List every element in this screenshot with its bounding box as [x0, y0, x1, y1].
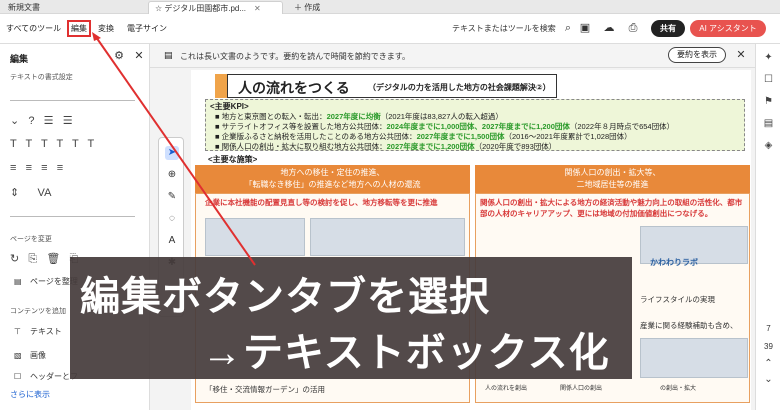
- comment-icon[interactable]: ☐: [762, 74, 775, 87]
- right-snippet-2: の創出・拡大: [660, 386, 697, 392]
- organize-pages-item[interactable]: ▤ ページを整理: [14, 276, 78, 287]
- spacing-row[interactable]: ⇕ VA: [10, 186, 51, 199]
- overlay-line-1: 編集ボタンタブを選択: [80, 275, 490, 319]
- doc-title: 人の流れをつくる: [238, 80, 350, 96]
- policy-heading: <主要な施策>: [208, 155, 258, 164]
- lower-left-text[interactable]: 「移住・交流情報ガーデン」の活用: [205, 384, 465, 395]
- share-button[interactable]: 共有: [651, 20, 685, 37]
- lasso-icon[interactable]: ◌: [165, 212, 179, 226]
- summary-banner: ▤ これは長い文書のようです。要約を読んで時間を節約できます。 要約を表示 ✕: [150, 44, 755, 68]
- text-format-label: テキストの書式設定: [10, 74, 73, 81]
- add-content-label: コンテンツを追加: [10, 308, 66, 315]
- add-text-item[interactable]: ⊤ テキスト: [14, 326, 62, 337]
- layers-icon[interactable]: ◈: [762, 140, 775, 153]
- right-snippet-5: 関係人口の創出: [560, 386, 603, 392]
- alignment-row[interactable]: ≡ ≡ ≡ ≡: [10, 162, 63, 174]
- doc-subtitle: （デジタルの力を活用した地方の社会課題解決②）: [368, 83, 551, 92]
- document-icon: ▤: [164, 50, 173, 60]
- right-column-header[interactable]: 関係人口の創出・拡大等、 二地域居住等の推進: [475, 165, 750, 193]
- japan-map-image[interactable]: [310, 218, 465, 256]
- pages-icon[interactable]: ▤: [762, 118, 775, 131]
- overlay-line-2: →テキストボックス化: [202, 331, 610, 375]
- banner-text: これは長い文書のようです。要約を読んで時間を節約できます。: [180, 52, 410, 61]
- scroll-up-icon[interactable]: ⌃: [762, 358, 775, 371]
- select-cursor-icon[interactable]: ➤: [165, 146, 179, 160]
- ai-assistant-button[interactable]: AI アシスタント: [690, 20, 766, 37]
- doc-title-box[interactable]: 人の流れをつくる （デジタルの力を活用した地方の社会課題解決②）: [227, 74, 557, 98]
- show-summary-button[interactable]: 要約を表示: [668, 47, 726, 63]
- right-snippet-3: 産業に関る経験補助も含め、: [640, 321, 738, 330]
- tab-active-document[interactable]: ☆ デジタル田園都市.pd... ✕: [148, 1, 283, 14]
- divider: [10, 216, 135, 217]
- search-icon[interactable]: ⌕: [561, 21, 575, 35]
- search-field[interactable]: テキストまたはツールを検索: [452, 23, 556, 34]
- text-icon: ⊤: [14, 327, 21, 336]
- diagram-image[interactable]: [205, 218, 305, 256]
- kpi-item[interactable]: ■ 関係人口の創出・拡大に取り組む地方公共団体：2027年度までに1,200団体…: [215, 141, 556, 152]
- text-style-row[interactable]: T T T T T T: [10, 138, 94, 150]
- tab-create[interactable]: ＋ 作成: [288, 1, 326, 14]
- pen-icon[interactable]: ✎: [165, 190, 179, 204]
- print-icon[interactable]: ⎙: [626, 21, 640, 35]
- menu-edit[interactable]: 編集: [67, 20, 91, 37]
- font-size-row[interactable]: ⌄ ? ☰ ☰: [10, 114, 73, 127]
- building-image[interactable]: [640, 338, 748, 378]
- bottom-caption: 人の流れを創出: [485, 386, 528, 392]
- page-current[interactable]: 7: [760, 324, 777, 333]
- main-toolbar: すべてのツール 編集 変換 電子サイン テキストまたはツールを検索 ⌕ ▣ ☁ …: [0, 14, 780, 44]
- zoom-icon[interactable]: ⊕: [165, 168, 179, 182]
- save-icon[interactable]: ▣: [578, 21, 592, 35]
- right-snippet-4: かわわりラボ: [650, 258, 698, 267]
- close-icon[interactable]: ✕: [734, 48, 748, 62]
- page-tools-row[interactable]: ↻ ⎘ 🗑 ⎗: [10, 252, 78, 266]
- close-icon[interactable]: ✕: [132, 49, 146, 63]
- left-lead-text[interactable]: 企業に本社機能の配置見直し等の検討を促し、地方移転等を更に推進: [205, 197, 465, 208]
- right-snippet-1: ライフスタイルの実現: [640, 295, 715, 304]
- tab-new-document[interactable]: 新規文書: [2, 1, 46, 14]
- header-icon: ☐: [14, 372, 22, 381]
- text-box-icon[interactable]: A: [165, 234, 179, 248]
- page-change-label: ページを変更: [10, 236, 52, 243]
- add-image-item[interactable]: ▧ 画像: [14, 350, 46, 361]
- menu-all-tools[interactable]: すべてのツール: [6, 23, 61, 34]
- scroll-down-icon[interactable]: ⌄: [762, 374, 775, 387]
- title-accent: [215, 74, 227, 98]
- right-lead-text[interactable]: 関係人口の創出・拡大による地方の経済活動や魅力向上の取組の活性化、都市部の人材の…: [480, 197, 745, 219]
- add-header-item[interactable]: ☐ ヘッダーとフ: [14, 371, 78, 382]
- ai-sparkle-icon[interactable]: ✦: [762, 52, 775, 65]
- menu-esign[interactable]: 電子サイン: [127, 23, 167, 34]
- menu-convert[interactable]: 変換: [98, 23, 114, 34]
- tab-bar: 新規文書 ☆ デジタル田園都市.pd... ✕ ＋ 作成: [0, 0, 780, 14]
- image-icon: ▧: [14, 351, 22, 360]
- show-more-link[interactable]: さらに表示: [10, 389, 50, 400]
- font-select[interactable]: [10, 100, 135, 101]
- right-rail: ✦ ☐ ⚑ ▤ ◈ 7 39 ⌃ ⌄: [755, 44, 780, 410]
- upload-icon[interactable]: ☁: [602, 21, 616, 35]
- star-icon[interactable]: ☆: [155, 4, 162, 13]
- panel-title: 編集: [10, 54, 29, 64]
- organize-icon: ▤: [14, 277, 22, 286]
- left-column-header[interactable]: 地方への移住・定住の推進、 「転職なき移住」の推進など地方への人材の還流: [195, 165, 470, 193]
- page-total: 39: [764, 342, 773, 351]
- gear-icon[interactable]: ⚙: [112, 49, 126, 63]
- close-icon[interactable]: ✕: [254, 4, 261, 13]
- bookmark-icon[interactable]: ⚑: [762, 96, 775, 109]
